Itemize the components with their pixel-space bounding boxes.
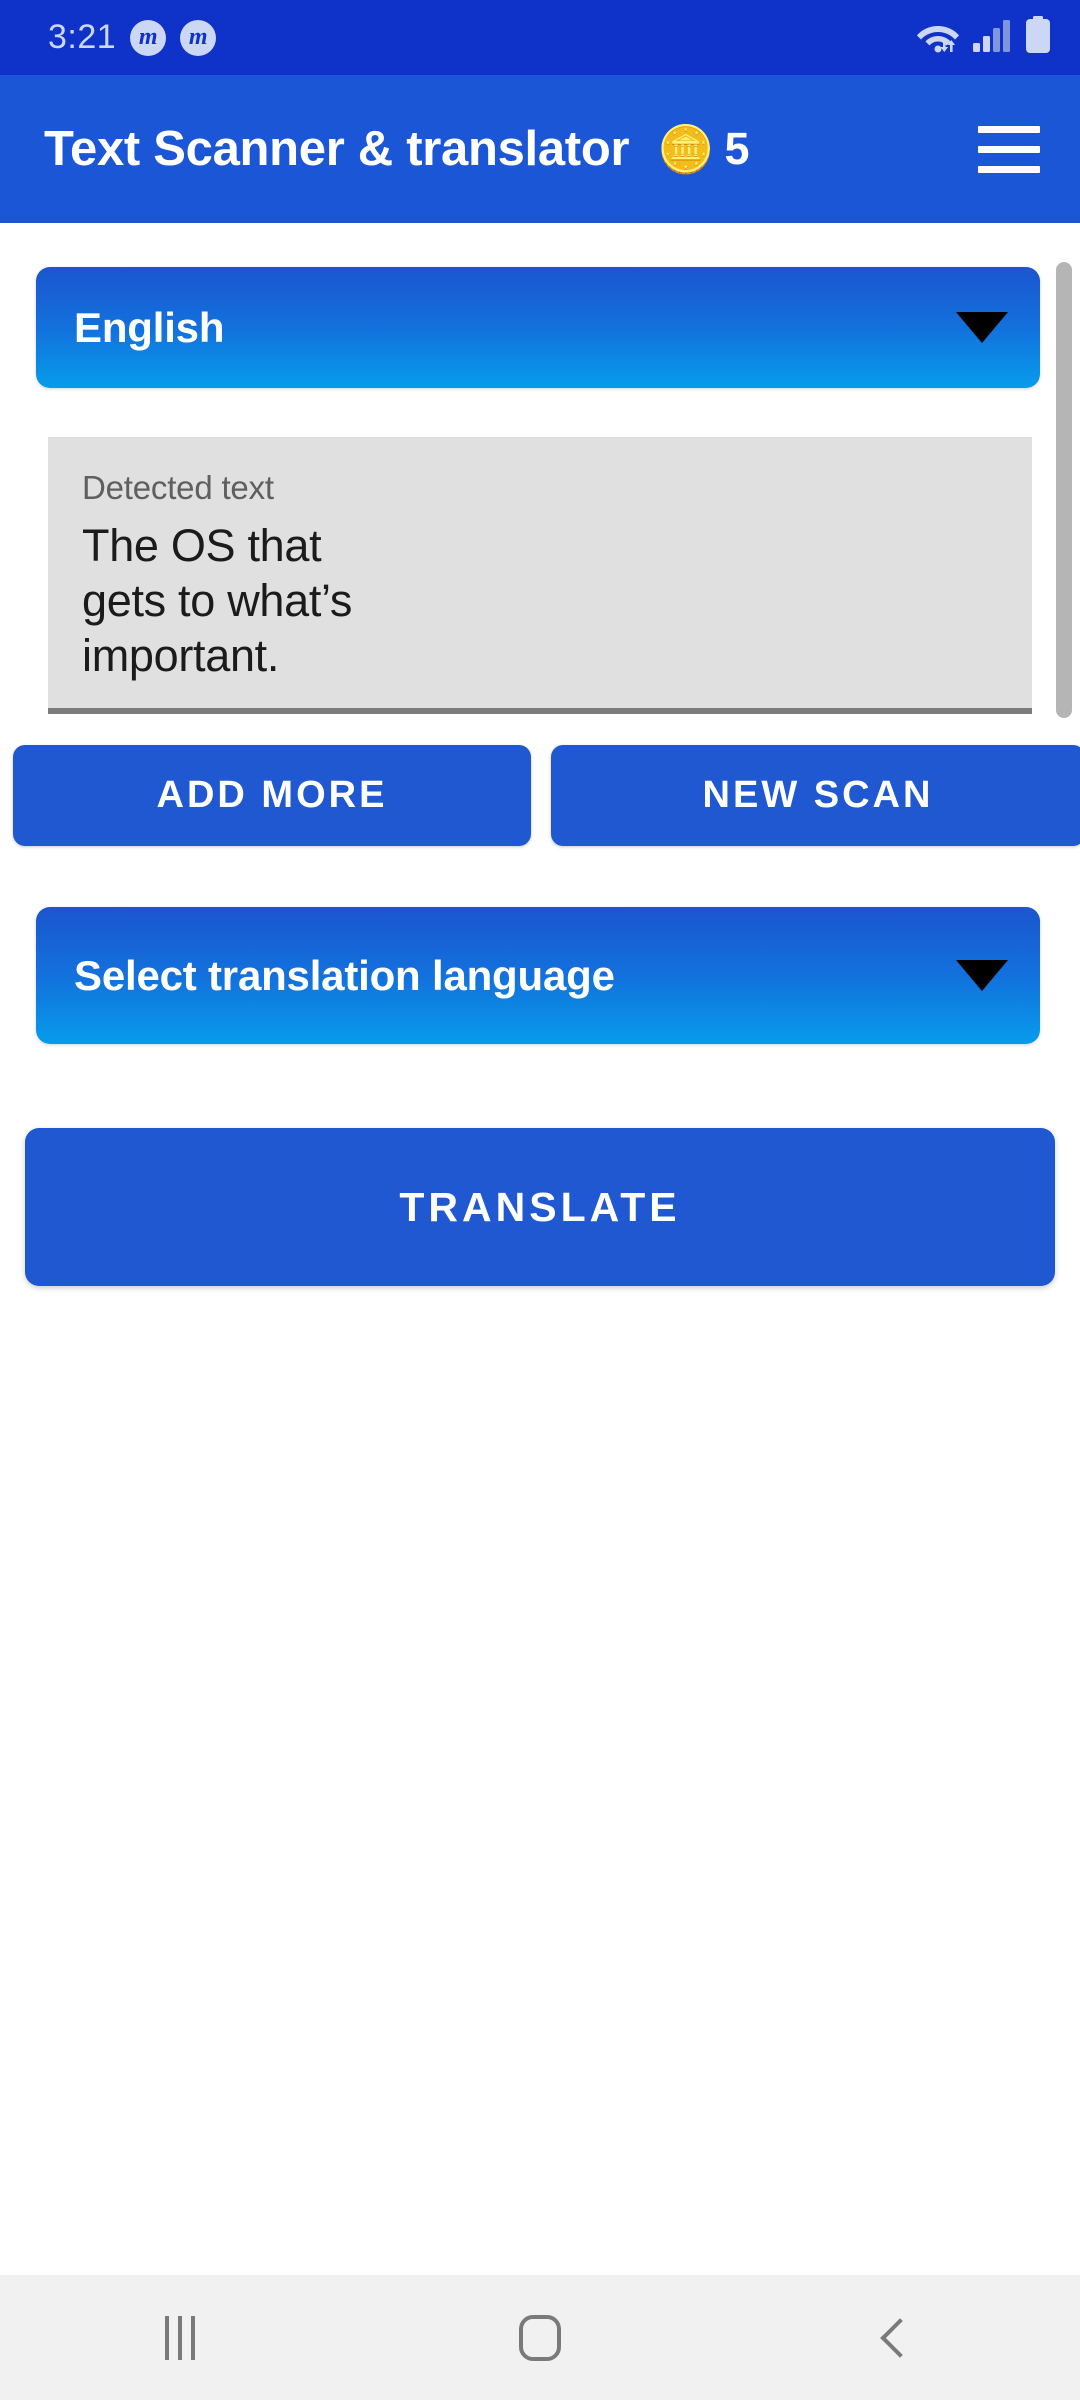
source-language-label: English <box>74 303 225 351</box>
back-button[interactable] <box>720 2275 1080 2400</box>
app-bar: Text Scanner & translator 🪙 5 <box>0 75 1080 223</box>
recents-icon <box>165 2315 195 2360</box>
scrollbar-thumb[interactable] <box>1056 262 1072 718</box>
app-title: Text Scanner & translator <box>44 122 630 176</box>
phone-screen: 3:21 m m Text Scanner & translator 🪙 5 E… <box>0 0 1080 2400</box>
wifi-icon <box>916 17 960 58</box>
home-icon <box>519 2314 561 2361</box>
hamburger-menu-icon[interactable] <box>970 110 1048 188</box>
home-button[interactable] <box>360 2275 720 2400</box>
status-bar-right <box>916 16 1052 59</box>
chevron-down-icon <box>956 960 1008 991</box>
target-language-label: Select translation language <box>74 951 615 999</box>
system-navigation-bar <box>0 2275 1080 2400</box>
main-content: English Detected text The OS that gets t… <box>0 223 1080 2275</box>
recents-button[interactable] <box>0 2275 360 2400</box>
back-icon <box>880 2317 920 2358</box>
target-language-dropdown[interactable]: Select translation language <box>36 907 1040 1044</box>
source-language-dropdown[interactable]: English <box>36 267 1040 388</box>
translate-button[interactable]: TRANSLATE <box>25 1128 1055 1286</box>
notification-badge-icon: m <box>130 19 167 56</box>
detected-text-field[interactable]: Detected text The OS that gets to what’s… <box>48 437 1032 714</box>
detected-text-value: The OS that gets to what’s important. <box>82 520 353 681</box>
status-bar-left: 3:21 m m <box>48 18 916 57</box>
add-more-button[interactable]: ADD MORE <box>13 745 531 846</box>
cellular-signal-icon <box>972 17 1012 58</box>
coins-icon: 🪙 <box>657 123 715 175</box>
battery-icon <box>1024 16 1052 59</box>
coin-balance[interactable]: 🪙 5 <box>657 123 749 175</box>
chevron-down-icon <box>956 312 1008 343</box>
new-scan-button[interactable]: NEW SCAN <box>551 745 1080 846</box>
coin-count: 5 <box>724 123 750 174</box>
detected-text-label: Detected text <box>82 469 274 506</box>
status-clock: 3:21 <box>48 18 117 56</box>
status-bar: 3:21 m m <box>0 0 1080 75</box>
scrollbar[interactable] <box>1056 262 1072 718</box>
notification-badge-icon: m <box>180 19 217 56</box>
